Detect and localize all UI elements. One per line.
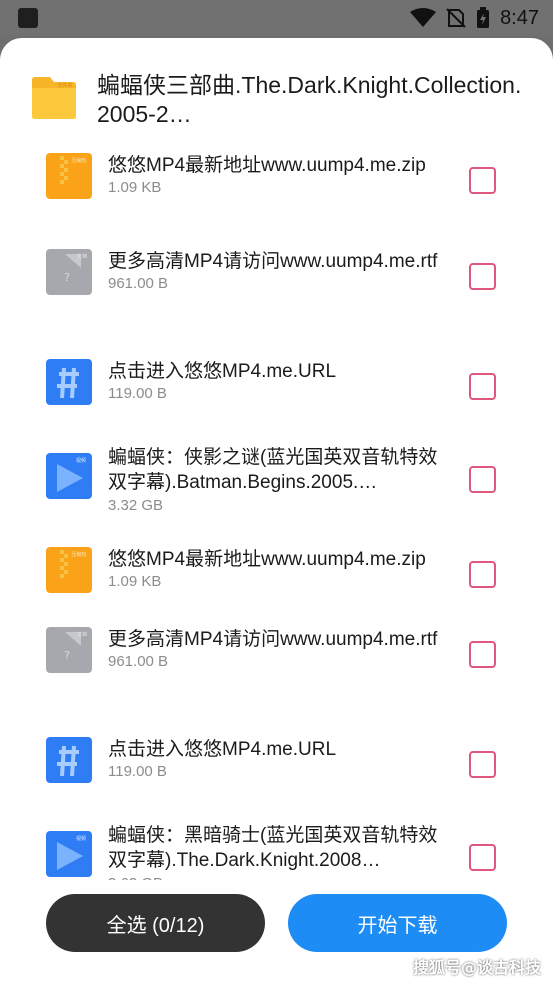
file-select-checkbox[interactable]: [469, 641, 496, 668]
file-select-checkbox[interactable]: [469, 561, 496, 588]
file-select-checkbox[interactable]: [469, 751, 496, 778]
svg-text:?: ?: [64, 649, 70, 662]
start-download-button[interactable]: 开始下载: [288, 894, 507, 952]
no-sim-icon: [446, 8, 466, 28]
file-list-item[interactable]: ? 文档 更多高清MP4请访问www.uump4.me.rtf 961.00 B: [0, 234, 553, 320]
rtf-file-icon: ? 文档: [45, 626, 93, 674]
file-list-item[interactable]: 压缩包 悠悠MP4最新地址www.uump4.me.zip 1.09 KB: [0, 138, 553, 224]
url-file-icon: [45, 358, 93, 406]
file-select-checkbox[interactable]: [469, 844, 496, 871]
file-list-item[interactable]: 点击进入悠悠MP4.me.URL 119.00 B: [0, 722, 553, 808]
svg-text:视频: 视频: [76, 835, 86, 842]
folder-icon: 文件夹: [30, 74, 78, 122]
svg-text:?: ?: [64, 271, 70, 284]
file-select-checkbox[interactable]: [469, 263, 496, 290]
svg-text:压缩包: 压缩包: [71, 551, 86, 558]
file-name: 蝙蝠侠：侠影之谜(蓝光国英双音轨特效双字幕).Batman.Begins.200…: [108, 447, 438, 493]
folder-icon-label: 文件夹: [57, 82, 72, 89]
rtf-file-icon: ? 文档: [45, 248, 93, 296]
file-size: 1.09 KB: [108, 573, 162, 590]
file-size: 3.32 GB: [108, 497, 164, 514]
svg-text:文档: 文档: [77, 253, 87, 260]
video-file-icon: 视频: [45, 452, 93, 500]
file-list[interactable]: 压缩包 悠悠MP4最新地址www.uump4.me.zip 1.09 KB? 文档 更多…: [0, 138, 553, 880]
file-name: 蝙蝠侠：黑暗骑士(蓝光国英双音轨特效双字幕).The.Dark.Knight.2…: [108, 825, 438, 871]
watermark: 搜狐号@谈古科技: [412, 958, 541, 977]
file-list-item[interactable]: 视频 蝙蝠侠：侠影之谜(蓝光国英双音轨特效双字幕).Batman.Begins.2…: [0, 430, 553, 540]
zip-file-icon: 压缩包: [45, 152, 93, 200]
svg-text:视频: 视频: [76, 457, 86, 464]
svg-text:压缩包: 压缩包: [71, 157, 86, 164]
file-size: 119.00 B: [108, 763, 167, 780]
zip-file-icon: 压缩包: [45, 546, 93, 594]
status-bar: 8:47: [0, 0, 553, 36]
file-size: 119.00 B: [108, 385, 167, 402]
file-list-item[interactable]: 压缩包 悠悠MP4最新地址www.uump4.me.zip 1.09 KB: [0, 532, 553, 618]
file-select-checkbox[interactable]: [469, 167, 496, 194]
torrent-files-sheet: 文件夹 蝙蝠侠三部曲.The.Dark.Knight.Collection.20…: [0, 38, 553, 983]
sheet-header: 文件夹 蝙蝠侠三部曲.The.Dark.Knight.Collection.20…: [0, 38, 553, 138]
file-size: 961.00 B: [108, 653, 169, 670]
file-name: 更多高清MP4请访问www.uump4.me.rtf: [108, 251, 438, 272]
url-file-icon: [45, 736, 93, 784]
wifi-icon: [410, 8, 437, 28]
file-select-checkbox[interactable]: [469, 466, 496, 493]
file-list-item[interactable]: 点击进入悠悠MP4.me.URL 119.00 B: [0, 344, 553, 430]
file-name: 悠悠MP4最新地址www.uump4.me.zip: [108, 549, 426, 570]
video-file-icon: 视频: [45, 830, 93, 878]
battery-charging-icon: [476, 7, 490, 29]
file-list-item[interactable]: 视频 蝙蝠侠：黑暗骑士(蓝光国英双音轨特效双字幕).The.Dark.Knight…: [0, 808, 553, 880]
svg-text:文档: 文档: [77, 631, 87, 638]
file-size: 961.00 B: [108, 275, 169, 292]
select-all-button[interactable]: 全选 (0/12): [46, 894, 265, 952]
file-name: 点击进入悠悠MP4.me.URL: [108, 739, 337, 760]
file-select-checkbox[interactable]: [469, 373, 496, 400]
file-name: 悠悠MP4最新地址www.uump4.me.zip: [108, 155, 426, 176]
clock: 8:47: [500, 6, 539, 29]
file-size: 1.09 KB: [108, 179, 162, 196]
notification-icon: [18, 8, 38, 28]
file-name: 点击进入悠悠MP4.me.URL: [108, 361, 337, 382]
torrent-title: 蝙蝠侠三部曲.The.Dark.Knight.Collection.2005-2…: [97, 72, 522, 127]
file-list-item[interactable]: ? 文档 更多高清MP4请访问www.uump4.me.rtf 961.00 B: [0, 612, 553, 698]
file-name: 更多高清MP4请访问www.uump4.me.rtf: [108, 629, 438, 650]
